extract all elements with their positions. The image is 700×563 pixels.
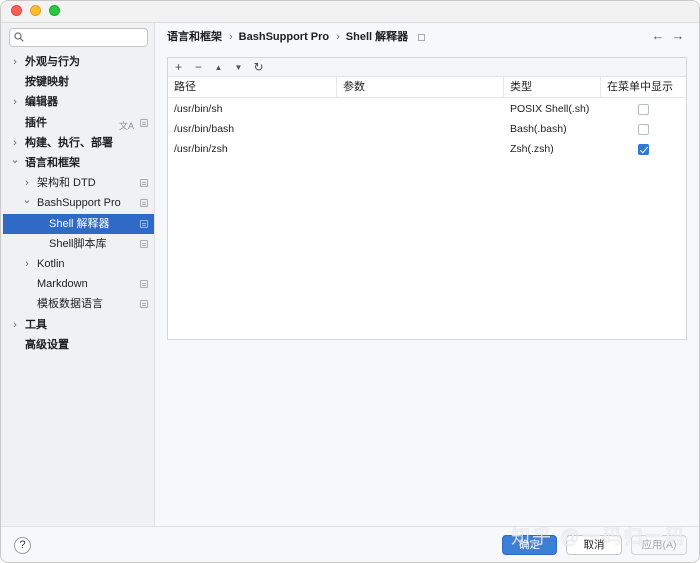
chevron-right-icon[interactable]: › [9, 92, 21, 112]
sidebar-item[interactable]: 高级设置 [3, 335, 154, 355]
settings-badge-icon [140, 300, 148, 309]
settings-badge-icon [140, 280, 148, 289]
interpreters-panel: + − ▲ ▼ ↻ 路径 参数 类型 在菜单中显示 /usr/bin/sh POS… [167, 57, 687, 340]
sidebar-item-label: 高级设置 [25, 338, 69, 351]
settings-sidebar: › 外观与行为 按键映射 › 编辑器 插件 文A › 构建、执行、部署 ⌄ 语言和框架 › 架构和 DT… [1, 23, 155, 526]
search-input[interactable] [28, 30, 143, 45]
sidebar-item[interactable]: 插件 文A [3, 113, 154, 133]
sidebar-item[interactable]: Markdown [3, 274, 154, 294]
sidebar-item[interactable]: › 外观与行为 [3, 52, 154, 72]
sidebar-item[interactable]: ⌄ BashSupport Pro [3, 193, 154, 213]
refresh-icon[interactable]: ↻ [250, 59, 267, 76]
table-row[interactable]: /usr/bin/sh POSIX Shell(.sh) [168, 99, 686, 119]
maximize-window-button[interactable] [49, 5, 60, 16]
table-cell-args [337, 139, 504, 159]
minimize-window-button[interactable] [30, 5, 41, 16]
sidebar-item[interactable]: › 构建、执行、部署 [3, 133, 154, 153]
sidebar-item-label: BashSupport Pro [37, 197, 121, 210]
main-content: 语言和框架 › BashSupport Pro › Shell 解释器 ← → + − … [156, 23, 699, 526]
breadcrumb-item[interactable]: BashSupport Pro [239, 31, 329, 43]
breadcrumb-separator: › [229, 31, 233, 43]
chevron-right-icon[interactable]: › [21, 254, 33, 274]
table-cell-path: /usr/bin/sh [174, 103, 223, 115]
settings-badge-icon [140, 239, 148, 248]
sidebar-item-label: Markdown [37, 278, 88, 291]
sidebar-item-label: 编辑器 [25, 96, 58, 109]
title-bar [1, 1, 699, 23]
sidebar-item[interactable]: Shell 解释器 [3, 213, 154, 234]
settings-badge-icon [140, 199, 148, 208]
table-cell-type: Bash(.bash) [510, 123, 567, 135]
column-header-args[interactable]: 参数 [337, 77, 504, 98]
move-up-icon[interactable]: ▲ [210, 59, 227, 76]
table-toolbar: + − ▲ ▼ ↻ [168, 58, 686, 77]
settings-badge-icon [140, 219, 148, 228]
sidebar-item[interactable]: › 工具 [3, 315, 154, 335]
settings-window: › 外观与行为 按键映射 › 编辑器 插件 文A › 构建、执行、部署 ⌄ 语言和框架 › 架构和 DT… [0, 0, 700, 563]
sidebar-item[interactable]: Shell脚本库 [3, 234, 154, 254]
remove-icon[interactable]: − [190, 59, 207, 76]
show-in-menu-checkbox[interactable] [638, 104, 649, 115]
sidebar-item-label: 语言和框架 [25, 157, 80, 169]
breadcrumb-item[interactable]: 语言和框架 [167, 31, 222, 43]
table-cell-args [337, 119, 504, 139]
add-icon[interactable]: + [170, 59, 187, 76]
sidebar-item[interactable]: › Kotlin [3, 254, 154, 274]
settings-badge-icon [418, 33, 426, 41]
sidebar-item-label: 模板数据语言 [37, 298, 103, 311]
column-header-path[interactable]: 路径 [168, 77, 337, 98]
sidebar-item-label: 架构和 DTD [37, 177, 96, 190]
breadcrumb-separator: › [336, 31, 340, 43]
table-cell-path: /usr/bin/bash [174, 123, 235, 135]
settings-badge-icon [140, 179, 148, 188]
chevron-right-icon[interactable]: › [9, 315, 21, 335]
sidebar-item[interactable]: ⌄ 语言和框架 [3, 153, 154, 173]
sidebar-item[interactable]: 模板数据语言 [3, 294, 154, 314]
chevron-down-icon[interactable]: ⌄ [21, 190, 33, 210]
move-down-icon[interactable]: ▼ [230, 59, 247, 76]
sidebar-item-label: 按键映射 [25, 76, 69, 89]
settings-badge-icon [140, 118, 148, 127]
sidebar-item-label: 外观与行为 [25, 56, 80, 68]
sidebar-item[interactable]: › 编辑器 [3, 92, 154, 112]
sidebar-item-label: 插件 [25, 116, 47, 129]
sidebar-item-label: Shell脚本库 [49, 237, 107, 250]
table-header: 路径 参数 类型 在菜单中显示 [168, 77, 686, 98]
breadcrumb-item: Shell 解释器 [345, 31, 409, 43]
watermark-text: 知乎 @一码归一码 [511, 527, 687, 548]
forward-arrow-icon[interactable]: → [670, 28, 686, 44]
show-in-menu-checkbox[interactable] [638, 124, 649, 135]
table-cell-type: Zsh(.zsh) [510, 143, 554, 155]
show-in-menu-checkbox[interactable] [638, 144, 649, 155]
settings-search-box[interactable] [9, 28, 148, 47]
sidebar-item-label: 构建、执行、部署 [25, 136, 113, 149]
chevron-down-icon[interactable]: ⌄ [9, 150, 21, 170]
table-row[interactable]: /usr/bin/zsh Zsh(.zsh) [168, 139, 686, 159]
back-arrow-icon[interactable]: ← [650, 28, 666, 44]
table-cell-args [337, 99, 504, 119]
table-cell-path: /usr/bin/zsh [174, 143, 228, 155]
table-row[interactable]: /usr/bin/bash Bash(.bash) [168, 119, 686, 139]
column-header-type[interactable]: 类型 [504, 77, 601, 98]
search-icon [14, 32, 24, 42]
close-window-button[interactable] [11, 5, 22, 16]
sidebar-item-label: Kotlin [37, 258, 65, 270]
sidebar-item-label: 工具 [25, 318, 47, 331]
chevron-right-icon[interactable]: › [9, 52, 21, 72]
breadcrumb: 语言和框架 › BashSupport Pro › Shell 解释器 [167, 29, 426, 45]
help-button[interactable]: ? [14, 537, 31, 554]
table-cell-type: POSIX Shell(.sh) [510, 103, 590, 115]
column-header-show-in-menu[interactable]: 在菜单中显示 [601, 77, 686, 98]
sidebar-item[interactable]: 按键映射 [3, 72, 154, 92]
sidebar-item-label: Shell 解释器 [49, 217, 110, 230]
